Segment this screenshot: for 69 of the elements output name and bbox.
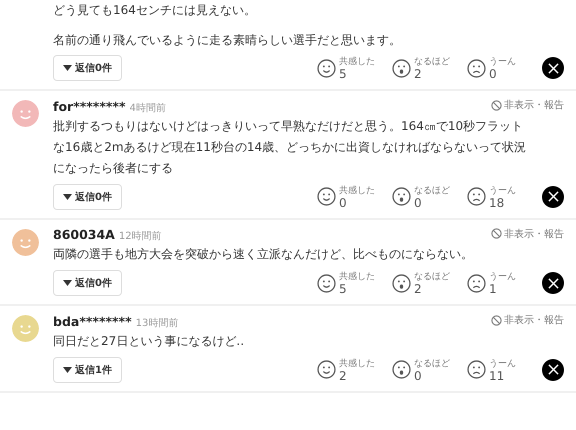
reaction-count: 1 <box>489 283 498 295</box>
reaction-label: なるほど <box>414 56 450 68</box>
smile-face-icon[interactable] <box>317 360 336 379</box>
post-time: 4時間前 <box>130 102 166 114</box>
prohibited-icon <box>491 314 502 326</box>
hide-report-link[interactable]: 非表示・報告 <box>491 313 564 327</box>
reply-toggle-button[interactable]: 返信0件 <box>53 184 122 210</box>
comment-text: 名前の通り飛んでいるように走る素晴らしい選手だと思います。 <box>53 32 402 49</box>
comment-text: どう見ても164センチには見えない。 <box>53 2 257 19</box>
surprise-face-icon[interactable] <box>392 360 411 379</box>
reaction-count: 0 <box>414 196 423 208</box>
caret-icon <box>63 65 72 71</box>
user-name: bda******** <box>53 314 132 328</box>
reaction-count: 0 <box>489 68 498 80</box>
prohibited-icon <box>491 228 502 239</box>
share-button[interactable] <box>542 186 564 208</box>
reaction-count: 5 <box>339 283 348 295</box>
smile-face-icon[interactable] <box>317 58 336 78</box>
x-logo-icon <box>548 364 558 375</box>
x-logo-icon <box>548 191 558 202</box>
share-button[interactable] <box>542 57 564 79</box>
reply-toggle-button[interactable]: 返信0件 <box>53 55 122 81</box>
post-time: 12時間前 <box>118 230 162 243</box>
reaction-label: なるほど <box>414 358 450 370</box>
reaction-label: 共感した <box>339 271 375 283</box>
caret-icon <box>63 194 72 200</box>
caret-icon <box>63 366 72 372</box>
smile-face-icon[interactable] <box>317 274 336 292</box>
hide-report-link[interactable]: 非表示・報告 <box>491 98 564 112</box>
share-button[interactable] <box>542 358 564 380</box>
frown-face-icon[interactable] <box>467 274 486 292</box>
user-name: for******** <box>53 98 126 114</box>
reaction-count: 11 <box>489 370 506 382</box>
reaction-label: 共感した <box>339 358 375 370</box>
caret-icon <box>63 280 72 286</box>
x-logo-icon <box>548 62 558 74</box>
user-name: 860034A <box>53 227 115 242</box>
smile-face-icon[interactable] <box>317 187 336 206</box>
reaction-count: 0 <box>414 370 423 382</box>
comment-text: 同日だと27日という事になるけど‥ <box>53 332 246 350</box>
comment-text: 批判するつもりはないけどはっきりいって早熟なだけだと思う。164㎝で10秒フラットな16歳と2mあるけど現在11秒台の14歳、どっちかに出資しなければならないって状況になったら後者にする <box>53 118 528 176</box>
reaction-count: 2 <box>339 370 348 382</box>
reaction-label: うーん <box>489 271 516 283</box>
reaction-count: 0 <box>339 196 348 208</box>
reaction-count: 18 <box>489 196 506 208</box>
frown-face-icon[interactable] <box>467 360 486 379</box>
surprise-face-icon[interactable] <box>392 274 411 292</box>
reaction-count: 2 <box>414 68 423 80</box>
frown-face-icon[interactable] <box>467 187 486 206</box>
x-logo-icon <box>548 278 558 288</box>
reaction-label: なるほど <box>414 271 450 283</box>
reply-toggle-button[interactable]: 返信1件 <box>53 356 122 382</box>
frown-face-icon[interactable] <box>467 58 486 78</box>
reaction-count: 5 <box>339 68 348 80</box>
share-button[interactable] <box>542 272 564 294</box>
reaction-label: 共感した <box>339 56 375 68</box>
surprise-face-icon[interactable] <box>392 187 411 206</box>
prohibited-icon <box>491 100 502 110</box>
reaction-label: うーん <box>489 184 516 196</box>
reaction-count: 2 <box>414 283 423 295</box>
reaction-label: なるほど <box>414 184 450 196</box>
reaction-label: うーん <box>489 358 516 370</box>
hide-report-link[interactable]: 非表示・報告 <box>491 226 564 240</box>
reaction-label: 共感した <box>339 184 375 196</box>
post-time: 13時間前 <box>136 316 178 330</box>
comment-text: 両隣の選手も地方大会を突破から速く立派なんだけど、比べものにならない。 <box>53 246 474 263</box>
surprise-face-icon[interactable] <box>392 58 411 78</box>
reaction-label: うーん <box>489 56 516 68</box>
reply-toggle-button[interactable]: 返信0件 <box>53 270 122 296</box>
